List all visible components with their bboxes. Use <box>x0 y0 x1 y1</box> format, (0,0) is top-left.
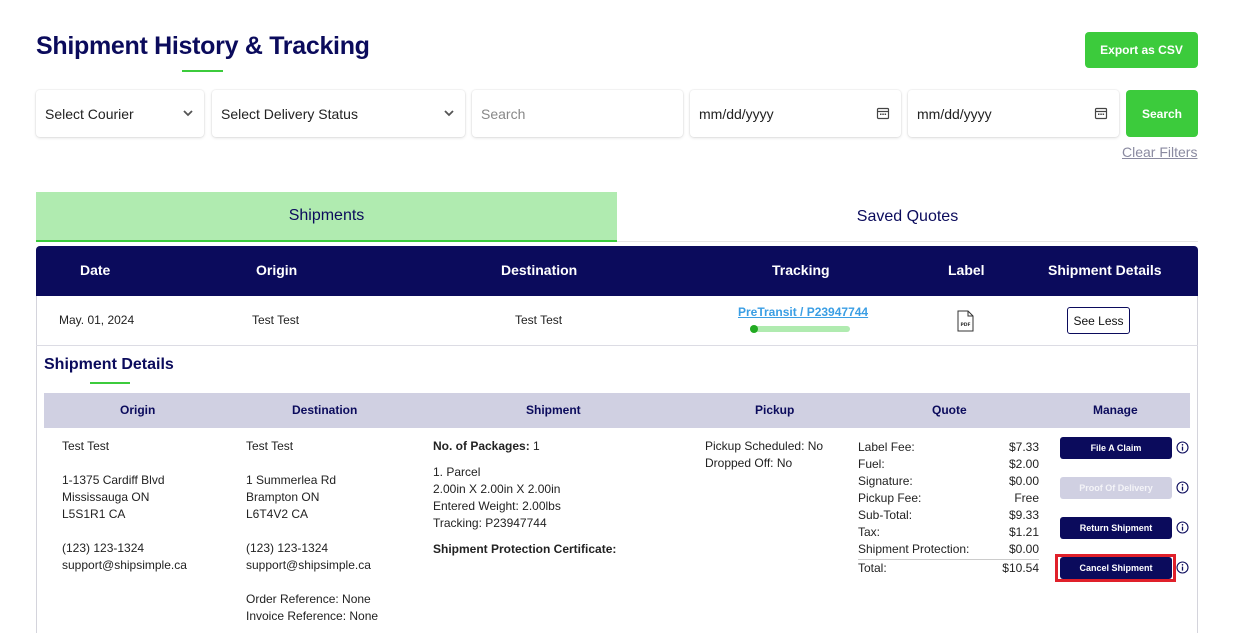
delivery-status-select[interactable]: Select Delivery Status <box>212 90 465 137</box>
row-destination: Test Test <box>515 313 563 327</box>
chevron-down-icon <box>444 110 454 117</box>
quote-row: Sub-Total: $9.33 <box>858 508 1039 522</box>
column-header-label: Label <box>948 262 985 278</box>
column-header-shipment-details: Shipment Details <box>1048 262 1162 278</box>
details-header-pickup: Pickup <box>755 403 795 417</box>
column-header-destination: Destination <box>501 262 578 278</box>
info-icon[interactable] <box>1176 441 1189 454</box>
tab-saved-quotes[interactable]: Saved Quotes <box>617 192 1198 242</box>
see-less-button[interactable]: See Less <box>1067 307 1130 334</box>
courier-select-value: Select Courier <box>45 105 134 122</box>
quote-row: Pickup Fee: Free <box>858 491 1039 505</box>
date-from-input[interactable]: mm/dd/yyyy <box>690 90 901 137</box>
row-origin: Test Test <box>252 313 300 327</box>
quote-row: Signature: $0.00 <box>858 474 1039 488</box>
date-to-input[interactable]: mm/dd/yyyy <box>908 90 1119 137</box>
details-header-destination: Destination <box>292 403 358 417</box>
proof-of-delivery-button[interactable]: Proof Of Delivery <box>1060 477 1172 499</box>
details-table-header: Origin Destination Shipment Pickup Quote… <box>44 393 1190 428</box>
clear-filters-link[interactable]: Clear Filters <box>1122 144 1197 160</box>
destination-name: Test Test <box>246 439 294 453</box>
column-header-tracking: Tracking <box>772 262 830 278</box>
packages-value: 1 <box>533 439 540 453</box>
date-from-value: mm/dd/yyyy <box>699 105 774 122</box>
page-title: Shipment History & Tracking <box>36 32 370 60</box>
pickup-scheduled: Pickup Scheduled: No <box>705 439 824 453</box>
row-date: May. 01, 2024 <box>59 313 135 327</box>
origin-city: Mississauga ON <box>62 490 150 504</box>
tracking-progress-bar <box>750 326 850 332</box>
export-csv-button[interactable]: Export as CSV <box>1085 32 1198 68</box>
title-underline <box>182 70 223 72</box>
column-header-date: Date <box>80 262 111 278</box>
svg-text:PDF: PDF <box>960 322 970 328</box>
packages-label: No. of Packages: <box>433 439 530 453</box>
package-dimensions: 2.00in X 2.00in X 2.00in <box>433 482 561 496</box>
destination-postal: L6T4V2 CA <box>246 507 309 521</box>
order-reference: Order Reference: None <box>246 592 371 606</box>
shipments-table-header: Date Origin Destination Tracking Label S… <box>36 246 1198 296</box>
protection-certificate-label: Shipment Protection Certificate: <box>433 542 617 556</box>
info-icon[interactable] <box>1176 521 1189 534</box>
destination-street: 1 Summerlea Rd <box>246 473 337 487</box>
calendar-icon[interactable] <box>1094 106 1108 120</box>
quote-row: Shipment Protection: $0.00 <box>858 542 1039 556</box>
row-divider <box>36 345 1198 346</box>
origin-address: Test Test 1-1375 Cardiff Blvd Mississaug… <box>62 438 187 574</box>
info-icon[interactable] <box>1176 561 1189 574</box>
chevron-down-icon <box>183 110 193 117</box>
origin-phone: (123) 123-1324 <box>62 541 145 555</box>
pdf-file-icon[interactable]: PDF <box>957 310 974 332</box>
calendar-icon[interactable] <box>876 106 890 120</box>
column-header-origin: Origin <box>256 262 298 278</box>
quote-row: Fuel: $2.00 <box>858 457 1039 471</box>
delivery-status-select-value: Select Delivery Status <box>221 105 358 122</box>
courier-select[interactable]: Select Courier <box>36 90 204 137</box>
search-input[interactable]: Search <box>472 90 683 137</box>
invoice-reference: Invoice Reference: None <box>246 609 379 623</box>
search-button[interactable]: Search <box>1126 90 1198 137</box>
cancel-shipment-button[interactable]: Cancel Shipment <box>1060 557 1172 579</box>
package-tracking: Tracking: P23947744 <box>433 516 547 530</box>
origin-postal: L5S1R1 CA <box>62 507 126 521</box>
package-weight: Entered Weight: 2.00lbs <box>433 499 561 513</box>
origin-name: Test Test <box>62 439 110 453</box>
destination-city: Brampton ON <box>246 490 320 504</box>
origin-email: support@shipsimple.ca <box>62 558 187 572</box>
shipment-details-title: Shipment Details <box>44 356 174 373</box>
search-input-placeholder: Search <box>481 105 526 122</box>
destination-phone: (123) 123-1324 <box>246 541 329 555</box>
tracking-progress-dot <box>750 325 758 333</box>
package-type: 1. Parcel <box>433 465 481 479</box>
origin-street: 1-1375 Cardiff Blvd <box>62 473 165 487</box>
date-to-value: mm/dd/yyyy <box>917 105 992 122</box>
quote-row: Label Fee: $7.33 <box>858 440 1039 454</box>
details-header-origin: Origin <box>120 403 156 417</box>
destination-email: support@shipsimple.ca <box>246 558 371 572</box>
return-shipment-button[interactable]: Return Shipment <box>1060 517 1172 539</box>
quote-total-row: Total: $10.54 <box>858 559 1039 575</box>
shipment-info: No. of Packages: 1 1. Parcel 2.00in X 2.… <box>433 438 616 558</box>
details-underline <box>90 382 130 384</box>
details-header-shipment: Shipment <box>526 403 581 417</box>
info-icon[interactable] <box>1176 481 1189 494</box>
quote-row: Tax: $1.21 <box>858 525 1039 539</box>
tab-shipments[interactable]: Shipments <box>36 192 617 242</box>
destination-address: Test Test 1 Summerlea Rd Brampton ON L6T… <box>246 438 378 625</box>
tracking-link[interactable]: PreTransit / P23947744 <box>738 305 868 319</box>
details-header-quote: Quote <box>932 403 967 417</box>
file-claim-button[interactable]: File A Claim <box>1060 437 1172 459</box>
pickup-info: Pickup Scheduled: No Dropped Off: No <box>705 438 823 472</box>
dropped-off: Dropped Off: No <box>705 456 793 470</box>
details-header-manage: Manage <box>1093 403 1138 417</box>
quote-breakdown: Label Fee: $7.33 Fuel: $2.00 Signature: $0.… <box>858 439 1039 577</box>
